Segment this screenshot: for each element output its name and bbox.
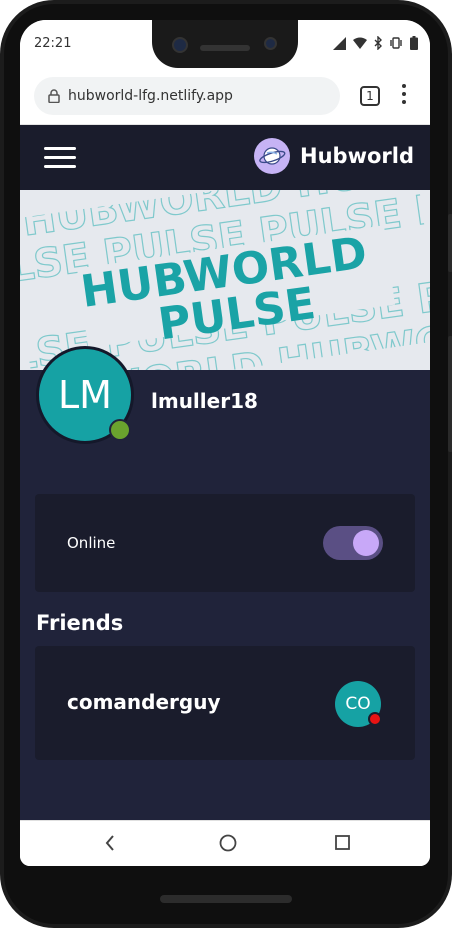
hamburger-menu-icon[interactable]: [44, 147, 76, 169]
friend-list-item[interactable]: comanderguy CO: [35, 646, 415, 760]
sensor-icon: [264, 37, 277, 50]
home-icon[interactable]: [218, 833, 238, 853]
screen: 22:21 hubworld-lfg.netlify.app 1 Hubworl…: [20, 20, 430, 866]
front-camera-icon: [172, 37, 188, 53]
recents-icon[interactable]: [334, 833, 352, 853]
url-text: hubworld-lfg.netlify.app: [68, 88, 233, 104]
banner-artwork: LD HUBWORLD HUBWORLD ULSE PULSE PULSE PU…: [20, 190, 430, 370]
profile-username: lmuller18: [151, 389, 258, 413]
bottom-speaker-grille: [160, 895, 292, 903]
online-toggle[interactable]: [323, 526, 383, 560]
friend-name: comanderguy: [67, 690, 221, 714]
browser-toolbar: hubworld-lfg.netlify.app 1: [20, 68, 430, 125]
camera-notch: [152, 20, 298, 68]
signal-icon: [333, 36, 346, 50]
system-navigation-bar: [20, 820, 430, 866]
app-content: Hubworld LD HUBWORLD HUBWORLD ULSE PULSE…: [20, 125, 430, 820]
url-bar[interactable]: hubworld-lfg.netlify.app: [34, 77, 340, 115]
browser-menu-icon[interactable]: [400, 84, 408, 106]
tab-switcher-button[interactable]: 1: [360, 86, 380, 106]
back-icon[interactable]: [102, 833, 118, 853]
status-bar: 22:21: [20, 20, 430, 68]
status-time: 22:21: [34, 36, 72, 51]
brand-name: Hubworld: [300, 144, 414, 168]
friend-status-indicator: [368, 712, 382, 726]
online-label: Online: [67, 534, 116, 552]
brand[interactable]: Hubworld: [254, 138, 414, 174]
power-button: [448, 336, 452, 452]
battery-icon: [410, 36, 418, 50]
status-icons: [333, 36, 418, 50]
app-navbar: Hubworld: [20, 125, 430, 190]
friends-heading: Friends: [36, 611, 124, 635]
vibrate-icon: [390, 37, 402, 49]
volume-button: [448, 214, 452, 272]
phone-frame: 22:21 hubworld-lfg.netlify.app 1 Hubworl…: [0, 0, 452, 928]
profile-status-indicator: [109, 419, 131, 441]
planet-logo-icon: [254, 138, 291, 174]
profile-banner: LD HUBWORLD HUBWORLD ULSE PULSE PULSE PU…: [20, 190, 430, 370]
online-status-card: Online: [35, 494, 415, 592]
wifi-icon: [353, 37, 367, 49]
bluetooth-icon: [374, 36, 382, 50]
lock-icon: [48, 89, 60, 103]
toggle-knob: [353, 530, 379, 556]
earpiece-speaker: [200, 45, 250, 51]
